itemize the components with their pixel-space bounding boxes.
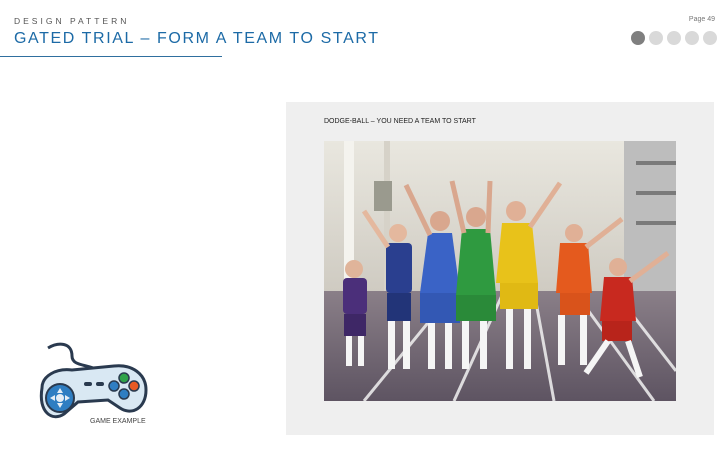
figure-caption: DODGE-BALL – YOU NEED A TEAM TO START (324, 118, 476, 125)
title-underline (0, 56, 222, 57)
pagination-dot-3[interactable] (667, 31, 681, 45)
page-number: Page 49 (688, 16, 715, 23)
page-title: GATED TRIAL – FORM A TEAM TO START (14, 30, 380, 47)
pagination-dots (631, 31, 717, 45)
team-photo (324, 141, 676, 401)
pagination-dot-1[interactable] (631, 31, 645, 45)
page-kicker: DESIGN PATTERN (14, 16, 130, 26)
pagination-dot-2[interactable] (649, 31, 663, 45)
game-example-label: GAME EXAMPLE (90, 418, 146, 425)
pagination-dot-5[interactable] (703, 31, 717, 45)
pagination-dot-4[interactable] (685, 31, 699, 45)
